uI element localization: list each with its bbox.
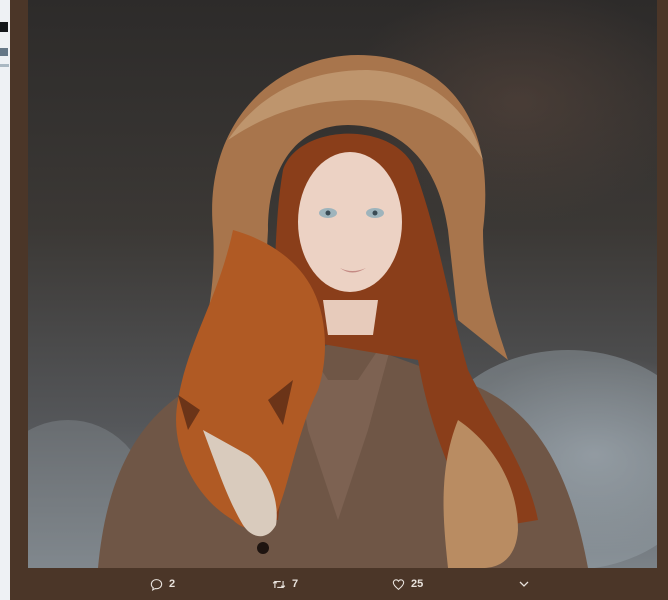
background-text-fragment — [0, 48, 8, 56]
tweet-photo[interactable] — [28, 0, 657, 568]
retweet-button[interactable]: 7 — [272, 576, 298, 592]
reply-button[interactable]: 2 — [150, 576, 175, 592]
retweet-count: 7 — [292, 578, 299, 590]
like-button[interactable]: 25 — [392, 576, 423, 592]
tweet-action-bar: 2 7 25 — [10, 568, 668, 600]
chevron-down-icon — [518, 578, 530, 590]
background-text-fragment — [0, 22, 8, 32]
background-text-fragment — [0, 64, 9, 67]
background-page-strip — [0, 0, 10, 600]
like-count: 25 — [411, 578, 424, 590]
lightbox-edge — [658, 0, 668, 600]
reply-count: 2 — [169, 578, 176, 590]
retweet-icon — [272, 578, 286, 591]
media-lightbox — [10, 0, 668, 568]
heart-icon — [392, 578, 405, 591]
reply-icon — [150, 578, 163, 591]
photo-illustration — [28, 55, 657, 568]
more-options-button[interactable] — [518, 576, 530, 592]
